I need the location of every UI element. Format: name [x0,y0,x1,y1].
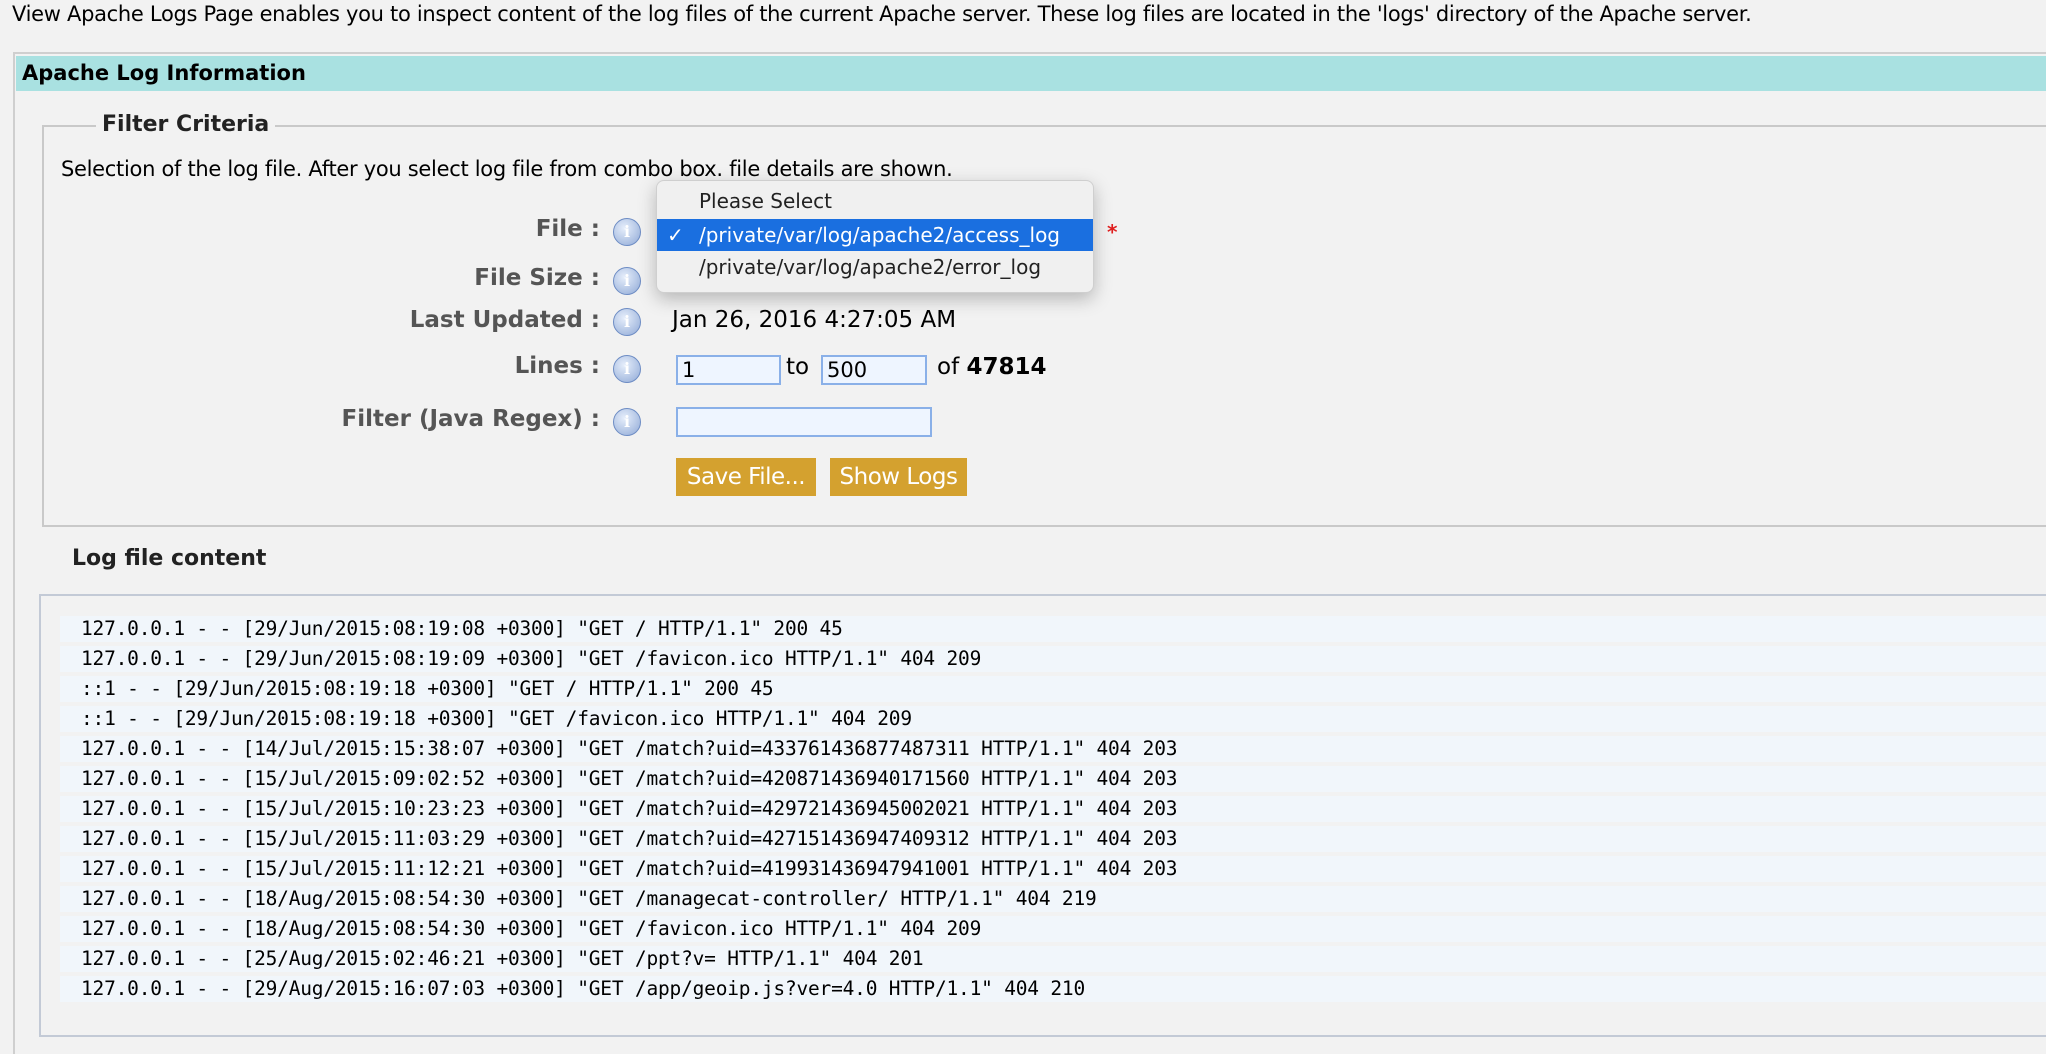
log-content-heading: Log file content [72,546,267,571]
file-size-label: File Size : [474,265,600,291]
panel-title: Apache Log Information [16,56,2046,91]
last-updated-value: Jan 26, 2016 4:27:05 AM [672,307,957,333]
log-line: 127.0.0.1 - - [25/Aug/2015:02:46:21 +030… [60,946,2046,972]
regex-filter-input[interactable] [676,407,932,437]
file-size-info-icon[interactable]: i [613,267,641,295]
lines-from-input[interactable] [676,355,781,385]
checkmark-icon: ✓ [667,223,684,247]
show-logs-button[interactable]: Show Logs [830,458,967,496]
log-line: 127.0.0.1 - - [14/Jul/2015:15:38:07 +030… [60,736,2046,762]
log-lines: 127.0.0.1 - - [29/Jun/2015:08:19:08 +030… [60,616,2046,1013]
log-line: ::1 - - [29/Jun/2015:08:19:18 +0300] "GE… [60,706,2046,732]
last-updated-info-icon[interactable]: i [613,308,641,336]
last-updated-label: Last Updated : [409,307,600,333]
lines-total: of 47814 [937,354,1047,380]
log-line: 127.0.0.1 - - [15/Jul/2015:09:02:52 +030… [60,766,2046,792]
required-mark: * [1107,220,1118,244]
log-content-box[interactable]: 127.0.0.1 - - [29/Jun/2015:08:19:08 +030… [39,594,2046,1037]
log-line: 127.0.0.1 - - [29/Jun/2015:08:19:09 +030… [60,646,2046,672]
regex-label: Filter (Java Regex) : [341,406,600,432]
lines-label: Lines : [514,353,600,379]
dropdown-option-please-select[interactable]: Please Select [657,185,1093,217]
file-select-dropdown[interactable]: Please Select ✓ /private/var/log/apache2… [656,180,1094,293]
log-line: 127.0.0.1 - - [18/Aug/2015:08:54:30 +030… [60,886,2046,912]
file-label: File : [535,216,600,242]
log-line: ::1 - - [29/Jun/2015:08:19:18 +0300] "GE… [60,676,2046,702]
log-line: 127.0.0.1 - - [29/Aug/2015:16:07:03 +030… [60,976,2046,1002]
lines-total-value: 47814 [966,354,1047,380]
dropdown-option-error-log[interactable]: /private/var/log/apache2/error_log [657,251,1093,283]
lines-info-icon[interactable]: i [613,355,641,383]
filter-criteria-legend: Filter Criteria [96,112,276,137]
log-line: 127.0.0.1 - - [29/Jun/2015:08:19:08 +030… [60,616,2046,642]
filter-description: Selection of the log file. After you sel… [61,157,953,181]
lines-to-input[interactable] [821,355,927,385]
file-info-icon[interactable]: i [613,218,641,246]
save-file-button[interactable]: Save File... [676,458,816,496]
log-line: 127.0.0.1 - - [15/Jul/2015:11:03:29 +030… [60,826,2046,852]
page-description: View Apache Logs Page enables you to ins… [12,2,1752,26]
log-line: 127.0.0.1 - - [18/Aug/2015:08:54:30 +030… [60,916,2046,942]
log-line: 127.0.0.1 - - [15/Jul/2015:11:12:21 +030… [60,856,2046,882]
regex-info-icon[interactable]: i [613,408,641,436]
lines-to-label: to [786,354,810,380]
dropdown-option-access-log[interactable]: ✓ /private/var/log/apache2/access_log [657,219,1093,251]
option-label: /private/var/log/apache2/access_log [699,223,1060,247]
lines-of-label: of [937,354,960,380]
log-line: 127.0.0.1 - - [15/Jul/2015:10:23:23 +030… [60,796,2046,822]
